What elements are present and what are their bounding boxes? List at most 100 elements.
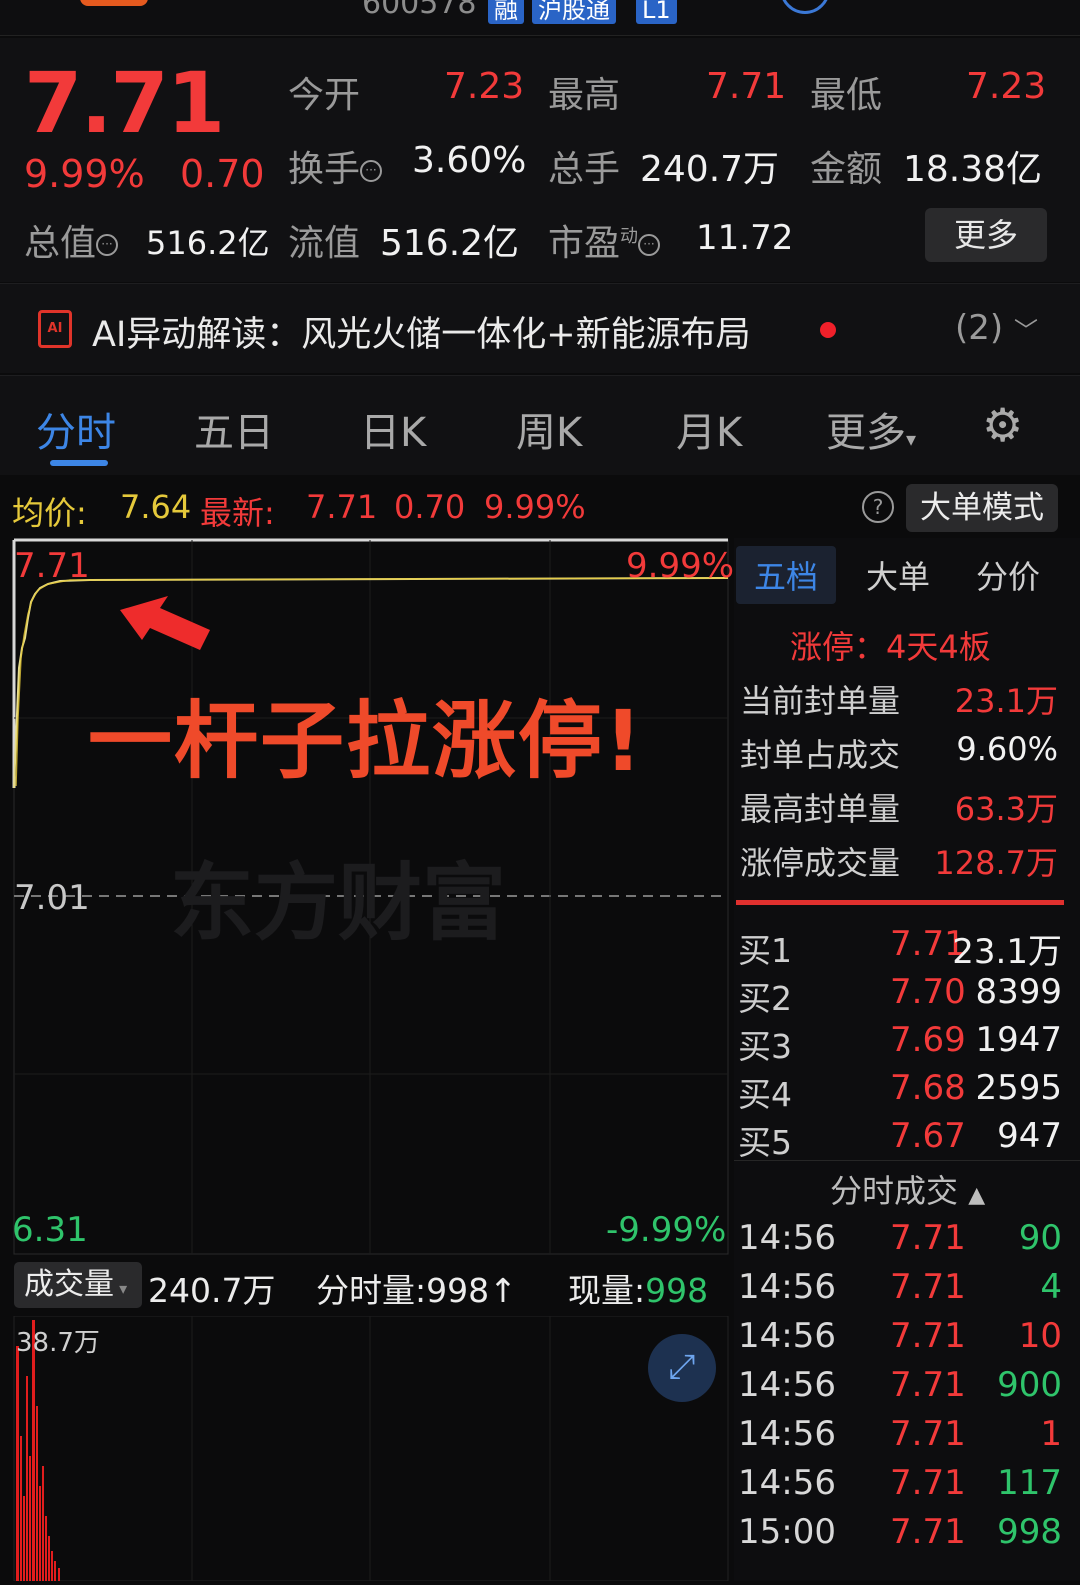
connect-tag: 沪股通 [532,0,616,24]
pe-label: 市盈动 ··· [548,214,661,266]
tick-volume: 117 [997,1463,1062,1503]
upper-price-label: 7.71 [14,546,90,586]
seal-stat-value: 23.1万 [954,682,1058,720]
bid-label: 买1 [738,931,792,970]
tick-volume: 998 [997,1512,1062,1552]
minute-volume: 分时量:998↑ [316,1264,517,1312]
volume-chart[interactable]: 38.7万 ⤢ [0,1315,732,1582]
volume-bar [20,1436,22,1581]
lower-pct-label: -9.99% [606,1210,727,1250]
more-button[interactable]: 更多 [925,208,1047,262]
volume-bar [54,1561,56,1581]
order-book-panel: 五档 大单 分价 涨停：4天4板 当前封单量 23.1万 封单占成交 9.60%… [734,538,1080,1581]
seal-stat-label: 涨停成交量 [740,844,901,882]
ai-insight-banner[interactable]: AI AI异动解读：风光火储一体化+新能源布局 (2) ﹀ [0,283,1080,373]
amount-label: 金额 [810,149,883,190]
latest-percent: 9.99% [484,488,586,526]
volume-frame [13,1315,729,1582]
search-icon[interactable] [780,0,830,14]
volume-indicator-select[interactable]: 成交量 ▾ [14,1262,142,1308]
app-logo[interactable] [80,0,148,6]
current-volume: 现量:998 [568,1264,708,1312]
avg-value: 7.64 [120,488,192,526]
tab-intraday[interactable]: 分时 [36,400,116,458]
pe-superscript: 动 [620,226,639,247]
tick-price: 7.71 [890,1414,966,1454]
tick-time: 14:56 [738,1267,836,1307]
tick-price: 7.71 [890,1218,966,1258]
info-icon[interactable]: ··· [360,160,383,182]
tick-time: 14:56 [738,1316,836,1356]
turnover-value: 3.60% [412,140,527,181]
tab-weekly-k[interactable]: 周K [516,400,582,458]
gear-icon[interactable]: ⚙ [982,398,1023,452]
ai-report-icon: AI [38,310,72,348]
help-icon[interactable]: ? [862,491,894,523]
big-order-mode-button[interactable]: 大单模式 [906,484,1058,532]
intraday-chart[interactable]: 东方财富 7.71 9.99% 7.01 6.31 -9.99% 一杆子拉涨停! [0,538,735,1258]
low-value: 7.23 [966,66,1047,107]
current-volume-label: 现量: [568,1271,646,1310]
chevron-down-icon[interactable]: ﹀ [1014,317,1038,345]
seal-stat-label: 封单占成交 [740,736,901,774]
seal-stat-value: 9.60% [956,730,1058,768]
volume-chart-svg [13,1315,729,1582]
tab-price-distribution[interactable]: 分价 [976,552,1040,598]
tick-price: 7.71 [890,1463,966,1503]
caret-down-icon: ▾ [114,1279,128,1298]
tick-time: 14:56 [738,1463,836,1503]
volume-bar [39,1486,41,1581]
volume-bar [29,1456,31,1581]
divider [736,900,1064,905]
volume-total: 240.7万 [148,1271,276,1310]
tab-five-day[interactable]: 五日 [194,400,274,458]
amount-value: 18.38亿 [903,149,1043,190]
high-value: 7.71 [706,66,787,107]
info-icon[interactable]: ··· [638,234,661,256]
tab-five-levels[interactable]: 五档 [736,546,837,604]
minute-volume-label: 分时量: [316,1271,427,1310]
latest-value: 7.71 [306,488,378,526]
tick-volume: 1 [1040,1414,1062,1454]
tab-daily-k[interactable]: 日K [360,400,426,458]
watermark: 东方财富 [170,854,507,952]
bid-price: 7.67 [890,1116,966,1156]
seal-stat-label: 最高封单量 [740,790,901,828]
tab-big-orders[interactable]: 大单 [866,552,930,598]
float-label: 流值 [288,223,361,264]
bid-label: 买2 [738,979,792,1018]
upper-pct-label: 9.99% [626,546,735,586]
level-tag: L1 [636,0,677,24]
turnover-label: 换手 ··· [288,140,383,192]
tick-time: 14:56 [738,1218,836,1258]
tick-price: 7.71 [890,1365,966,1405]
volume-bar [32,1320,35,1581]
seal-stat-value: 128.7万 [934,844,1058,882]
low-label: 最低 [810,75,883,116]
chart-tabs: 分时 五日 日K 周K 月K 更多▾ ⚙ [0,375,1080,475]
minute-volume-value: 998 [426,1271,490,1310]
tick-trades-toggle[interactable]: 分时成交 ▲ [830,1166,985,1212]
change-percent: 9.99% [24,152,145,196]
limit-up-streak: 涨停：4天4板 [790,628,991,666]
bid-price: 7.70 [890,972,966,1012]
bid-label: 买5 [738,1123,792,1162]
quote-panel: 7.71 9.99% 0.70 今开 7.23 最高 7.71 最低 7.23 … [0,38,1080,282]
volume-bar [26,1376,28,1581]
tick-time: 14:56 [738,1414,836,1454]
tab-more[interactable]: 更多▾ [826,400,916,458]
volume-bar [42,1466,44,1581]
divider [734,1160,1080,1161]
mktcap-label: 总值 ··· [24,214,119,266]
tab-monthly-k[interactable]: 月K [676,400,742,458]
annotation-text: 一杆子拉涨停! [88,692,645,790]
bid-price: 7.69 [890,1020,966,1060]
info-icon[interactable]: ··· [96,234,119,256]
volume-header: 成交量 ▾ 240.7万 分时量:998↑ 现量:998 [0,1258,732,1314]
expand-icon[interactable]: ⤢ [648,1334,716,1402]
tab-more-label: 更多 [826,410,906,456]
volume-value: 240.7万 [640,149,780,190]
margin-tag: 融 [488,0,524,24]
tick-price: 7.71 [890,1512,966,1552]
mktcap-label-text: 总值 [24,223,97,264]
